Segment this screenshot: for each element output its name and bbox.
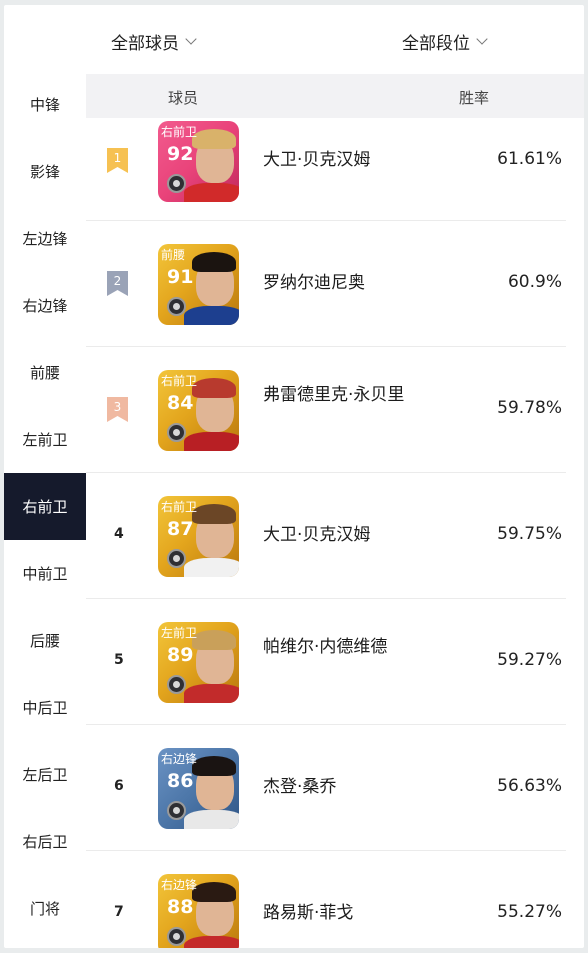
card-rating: 88: [167, 896, 194, 918]
table-row[interactable]: 5 左前卫 89 帕维尔·内德维德 59.27%: [86, 599, 566, 725]
table-row[interactable]: 4 右前卫 87 大卫·贝克汉姆 59.75%: [86, 473, 566, 599]
sidebar-item-amf[interactable]: 前腰: [4, 339, 86, 406]
ranking-list: 1 右前卫 92 大卫·贝克汉姆 61.61% 2 前腰 91 罗纳尔迪尼奥 60.9% 3 右前卫 8…: [86, 118, 584, 948]
player-name: 帕维尔·内德维德: [263, 637, 388, 657]
player-card[interactable]: 右边锋 86: [158, 748, 239, 829]
table-row[interactable]: 2 前腰 91 罗纳尔迪尼奥 60.9%: [86, 221, 566, 347]
rank-badge: 1: [107, 148, 128, 173]
player-card[interactable]: 右前卫 84: [158, 370, 239, 451]
player-hair: [192, 756, 236, 776]
player-filter-label: 全部球员: [111, 34, 179, 54]
club-badge-icon: [167, 174, 186, 193]
card-rating: 91: [167, 266, 194, 288]
player-shirt: [184, 810, 239, 829]
win-rate-value: 55.27%: [497, 902, 562, 922]
player-hair: [192, 504, 236, 524]
column-header-win-rate: 胜率: [459, 89, 490, 107]
win-rate-value: 61.61%: [497, 149, 562, 169]
win-rate-value: 56.63%: [497, 776, 562, 796]
player-filter-dropdown[interactable]: 全部球员: [111, 29, 197, 54]
sidebar-item-rmf[interactable]: 右前卫: [4, 473, 86, 540]
player-card[interactable]: 右前卫 87: [158, 496, 239, 577]
player-shirt: [184, 306, 239, 325]
chevron-down-icon: [476, 33, 488, 45]
player-card[interactable]: 右边锋 88: [158, 874, 239, 948]
sidebar-item-gk[interactable]: 门将: [4, 875, 86, 942]
player-name: 弗雷德里克·永贝里: [263, 385, 405, 405]
rank-number: 4: [114, 526, 124, 542]
win-rate-value: 59.27%: [497, 650, 562, 670]
page-frame: 全部球员 全部段位 中锋 影锋 左边锋 右边锋 前腰 左前卫 右前卫 中前卫 后…: [4, 5, 584, 948]
player-card[interactable]: 左前卫 89: [158, 622, 239, 703]
table-row[interactable]: 6 右边锋 86 杰登·桑乔 56.63%: [86, 725, 566, 851]
card-rating: 89: [167, 644, 194, 666]
player-shirt: [184, 558, 239, 577]
card-rating: 92: [167, 143, 194, 165]
player-hair: [192, 882, 236, 902]
sidebar-item-ss[interactable]: 影锋: [4, 138, 86, 205]
player-card[interactable]: 前腰 91: [158, 244, 239, 325]
table-row[interactable]: 7 右边锋 88 路易斯·菲戈 55.27%: [86, 851, 566, 948]
club-badge-icon: [167, 297, 186, 316]
sidebar-item-lb[interactable]: 左后卫: [4, 741, 86, 808]
player-name: 路易斯·菲戈: [263, 903, 354, 923]
sidebar-item-cmf[interactable]: 中前卫: [4, 540, 86, 607]
player-name: 大卫·贝克汉姆: [263, 525, 371, 545]
player-hair: [192, 252, 236, 272]
player-shirt: [184, 684, 239, 703]
player-name: 大卫·贝克汉姆: [263, 150, 371, 170]
player-hair: [192, 630, 236, 650]
player-hair: [192, 378, 236, 398]
win-rate-value: 60.9%: [507, 272, 562, 292]
club-badge-icon: [167, 927, 186, 946]
card-position: 右边锋: [161, 878, 198, 892]
player-name: 罗纳尔迪尼奥: [263, 273, 365, 293]
club-badge-icon: [167, 423, 186, 442]
win-rate-value: 59.75%: [497, 524, 562, 544]
sidebar-item-rb[interactable]: 右后卫: [4, 808, 86, 875]
tier-filter-label: 全部段位: [402, 34, 470, 54]
table-header: 球员 胜率: [86, 74, 584, 118]
table-row[interactable]: 1 右前卫 92 大卫·贝克汉姆 61.61%: [86, 118, 566, 221]
card-position: 前腰: [161, 248, 186, 262]
card-rating: 84: [167, 392, 194, 414]
club-badge-icon: [167, 675, 186, 694]
player-name: 杰登·桑乔: [263, 777, 337, 797]
sidebar-item-cb[interactable]: 中后卫: [4, 674, 86, 741]
club-badge-icon: [167, 549, 186, 568]
table-row[interactable]: 3 右前卫 84 弗雷德里克·永贝里 59.78%: [86, 347, 566, 473]
rank-number: 5: [114, 652, 124, 668]
rank-badge: 3: [107, 397, 128, 422]
club-badge-icon: [167, 801, 186, 820]
card-position: 左前卫: [161, 626, 198, 640]
rank-badge: 2: [107, 271, 128, 296]
card-position: 右前卫: [161, 500, 198, 514]
card-position: 右边锋: [161, 752, 198, 766]
sidebar-item-lmf[interactable]: 左前卫: [4, 406, 86, 473]
column-header-player: 球员: [168, 89, 199, 107]
sidebar-item-lwf[interactable]: 左边锋: [4, 205, 86, 272]
player-shirt: [184, 936, 239, 948]
chevron-down-icon: [185, 33, 197, 45]
sidebar-item-cf[interactable]: 中锋: [4, 71, 86, 138]
sidebar-item-rwf[interactable]: 右边锋: [4, 272, 86, 339]
card-rating: 86: [167, 770, 194, 792]
player-shirt: [184, 432, 239, 451]
player-card[interactable]: 右前卫 92: [158, 121, 239, 202]
rank-number: 7: [114, 904, 124, 920]
card-rating: 87: [167, 518, 194, 540]
rank-number: 6: [114, 778, 124, 794]
card-position: 右前卫: [161, 125, 198, 139]
win-rate-value: 59.78%: [497, 398, 562, 418]
player-shirt: [184, 183, 239, 202]
position-sidebar: 中锋 影锋 左边锋 右边锋 前腰 左前卫 右前卫 中前卫 后腰 中后卫 左后卫 …: [4, 71, 86, 942]
player-hair: [192, 129, 236, 149]
tier-filter-dropdown[interactable]: 全部段位: [402, 29, 488, 54]
sidebar-item-dmf[interactable]: 后腰: [4, 607, 86, 674]
card-position: 右前卫: [161, 374, 198, 388]
